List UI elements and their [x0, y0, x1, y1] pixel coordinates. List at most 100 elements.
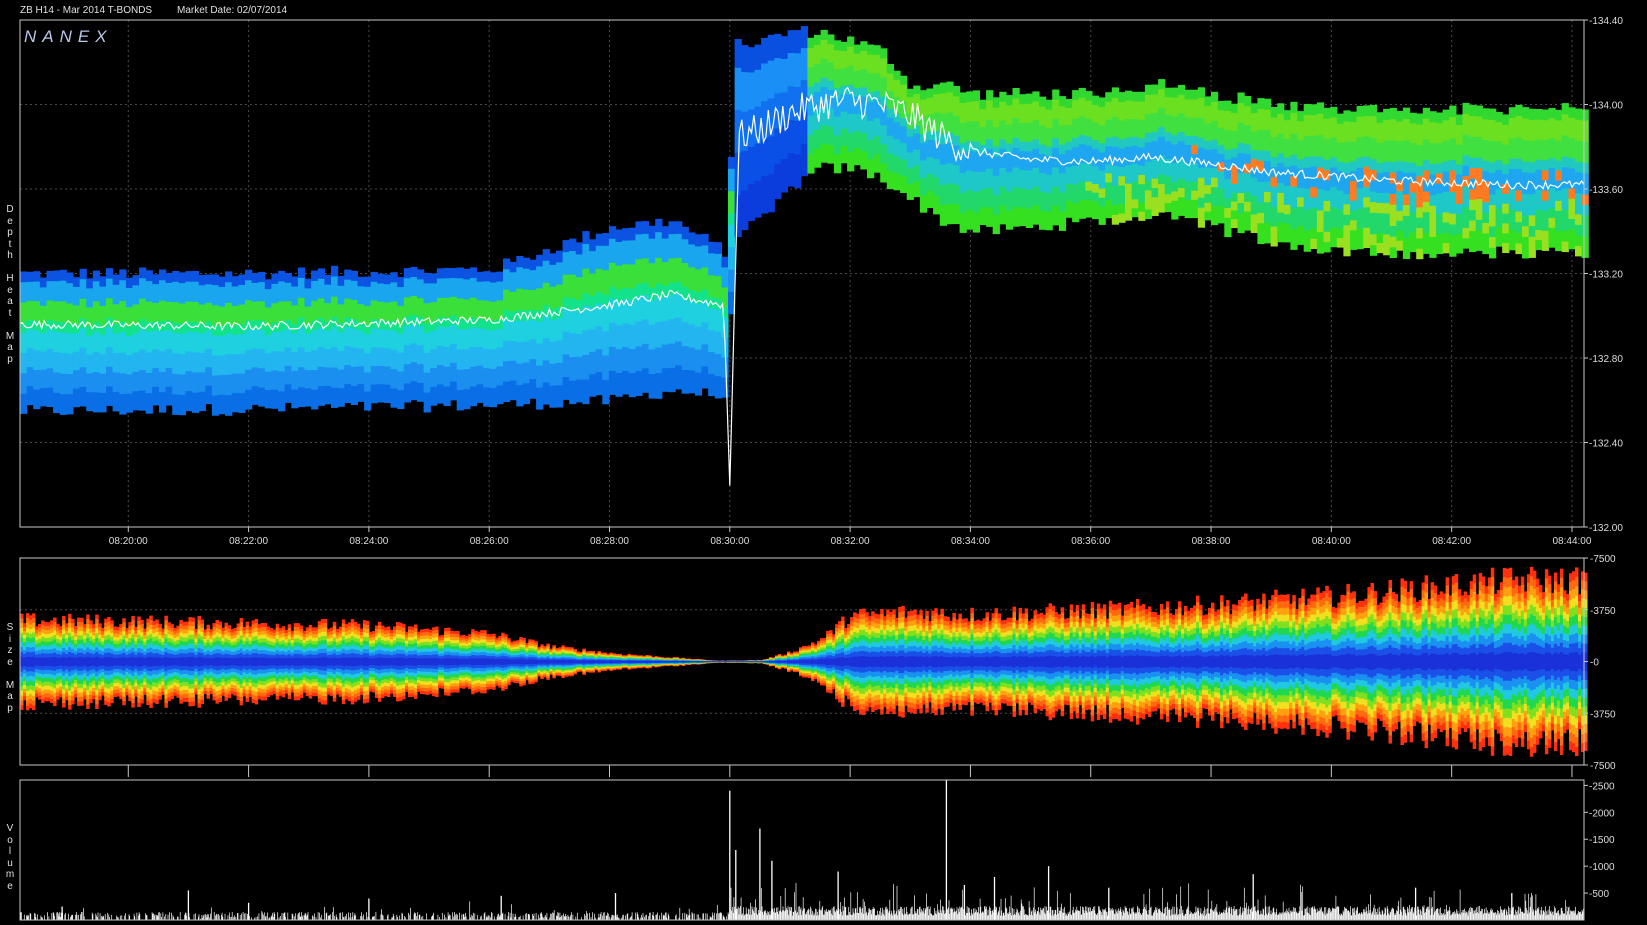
size-cell: [254, 699, 259, 705]
heat-cell: [231, 305, 239, 316]
heat-cell: [1528, 161, 1536, 173]
heat-cell: [1383, 192, 1391, 204]
size-cell: [185, 665, 189, 670]
size-cell: [248, 626, 253, 631]
heat-cell: [1125, 146, 1133, 156]
heat-cell: [1402, 139, 1411, 152]
heat-cell: [317, 336, 325, 348]
heat-cell: [1257, 98, 1265, 110]
size-cell: [74, 629, 78, 634]
heat-cell: [1131, 163, 1139, 173]
size-cell: [188, 692, 192, 698]
size-cell: [65, 623, 69, 628]
size-cell: [80, 683, 84, 689]
heat-cell: [542, 392, 550, 405]
heat-cell: [271, 312, 279, 323]
heat-cell: [397, 380, 405, 391]
heat-cell: [26, 290, 34, 301]
heat-cell: [1191, 199, 1199, 209]
size-cell: [44, 622, 48, 627]
heat-cell: [827, 126, 835, 136]
size-cell: [146, 691, 150, 697]
size-cell: [230, 638, 234, 643]
size-cell: [107, 665, 111, 671]
heat-cell: [119, 393, 127, 405]
heat-cell: [509, 350, 517, 361]
heat-cell: [635, 246, 643, 260]
heat-cell: [198, 381, 206, 392]
heat-cell: [53, 290, 61, 302]
heat-cell: [1052, 186, 1060, 197]
heat-cell: [668, 367, 676, 381]
size-cell: [53, 617, 57, 623]
heat-cell: [1297, 120, 1305, 131]
size-cell: [143, 677, 147, 682]
heat-cell: [1019, 188, 1027, 198]
heat-cell: [1005, 123, 1014, 134]
heat-cell: [205, 375, 213, 386]
time-tick-label: 08:44:00: [1553, 536, 1592, 547]
heat-cell: [20, 312, 28, 323]
size-cell: [65, 650, 69, 655]
heat-cell: [1522, 128, 1530, 141]
heat-cell: [635, 383, 643, 396]
heat-cell: [1191, 162, 1199, 173]
heat-cell: [463, 318, 471, 330]
heat-cell: [635, 320, 643, 334]
size-cell: [218, 685, 222, 690]
heat-cell: [410, 266, 418, 277]
heat-cell: [615, 301, 623, 314]
heat-cell: [939, 102, 947, 114]
heat-cell: [1376, 152, 1384, 163]
size-cell: [53, 652, 57, 658]
heat-cell: [1085, 181, 1093, 191]
heat-cell: [1211, 101, 1219, 112]
heat-cell: [893, 147, 901, 157]
heat-cell: [1151, 140, 1159, 151]
heat-cell: [919, 98, 928, 109]
heat-cell: [1131, 127, 1139, 137]
heat-cell: [291, 360, 299, 371]
size-cell: [170, 676, 174, 681]
heat-cell: [628, 275, 636, 289]
size-cell: [200, 627, 204, 633]
heat-cell: [1389, 236, 1397, 248]
heat-cell: [1522, 117, 1530, 130]
heat-cell: [231, 402, 239, 413]
heat-cell: [390, 330, 398, 341]
size-cell: [224, 646, 228, 651]
size-cell: [20, 675, 24, 682]
size-cell: [236, 657, 241, 662]
heat-cell: [370, 356, 378, 366]
heat-cell: [46, 396, 54, 407]
heat-cell: [1091, 192, 1100, 202]
size-cell: [101, 671, 105, 676]
heat-cell: [178, 343, 186, 355]
size-cell: [26, 671, 30, 677]
heat-cell: [132, 303, 140, 315]
heat-cell: [1019, 113, 1027, 123]
heat-cell: [966, 160, 974, 171]
heat-cell: [205, 357, 213, 368]
size-cell: [209, 674, 213, 679]
heat-cell: [747, 59, 756, 73]
heat-cell: [377, 328, 385, 339]
size-cell: [104, 682, 108, 688]
heat-cell: [1217, 179, 1225, 189]
heat-cell: [1144, 122, 1153, 134]
heat-cell: [668, 306, 676, 320]
heat-cell: [1489, 108, 1497, 120]
heat-cell: [595, 314, 603, 327]
heat-cell: [1515, 104, 1523, 117]
size-cell: [212, 673, 216, 678]
heat-cell: [1012, 137, 1020, 148]
heat-cell: [337, 387, 345, 398]
size-cell: [152, 698, 156, 703]
size-cell: [32, 637, 36, 643]
heat-cell: [1151, 206, 1159, 216]
size-cell: [182, 625, 186, 631]
heat-cell: [979, 179, 987, 190]
heat-cell: [172, 271, 180, 282]
heat-cell: [522, 320, 531, 332]
heat-cell: [251, 385, 259, 396]
